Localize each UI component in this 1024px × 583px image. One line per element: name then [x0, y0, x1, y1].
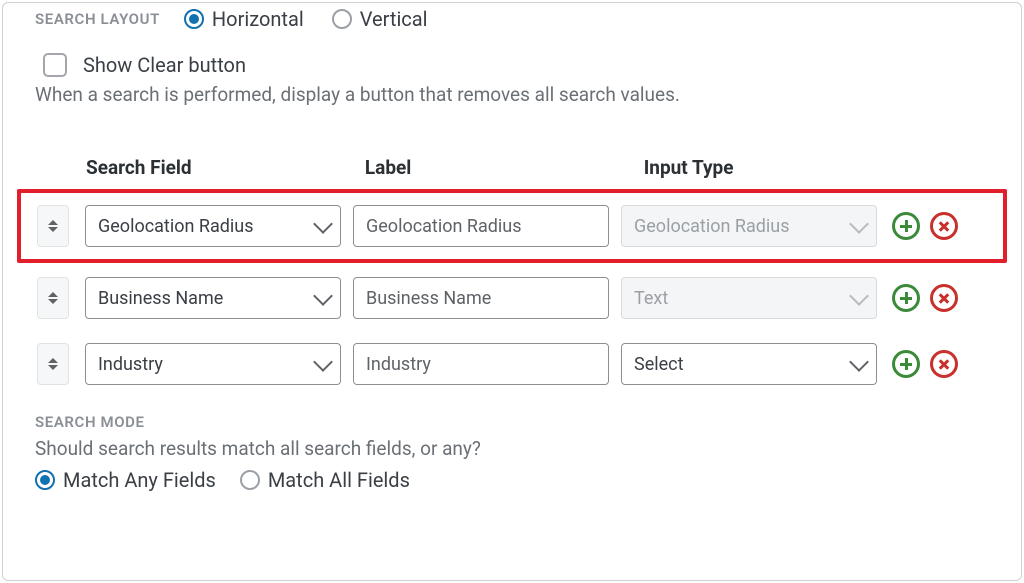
input-type-select: Geolocation Radius — [621, 205, 877, 247]
chevron-down-icon — [313, 214, 333, 234]
mode-radio-any-label: Match Any Fields — [63, 468, 216, 492]
section-header-search-layout: SEARCH LAYOUT — [35, 10, 160, 28]
search-field-value: Industry — [98, 354, 163, 375]
input-type-value: Select — [634, 354, 683, 375]
search-field-select[interactable]: Geolocation Radius — [85, 205, 341, 247]
col-header-label: Label — [357, 156, 636, 187]
label-input[interactable]: Industry — [353, 343, 609, 385]
add-row-icon[interactable] — [892, 212, 920, 240]
chevron-down-icon — [849, 214, 869, 234]
label-input[interactable]: Business Name — [353, 277, 609, 319]
drag-handle-icon[interactable] — [37, 205, 69, 247]
mode-radio-group: Match Any Fields Match All Fields — [35, 468, 989, 492]
label-input[interactable]: Geolocation Radius — [353, 205, 609, 247]
layout-radio-horizontal-label: Horizontal — [212, 7, 304, 31]
label-value: Geolocation Radius — [366, 216, 522, 237]
search-field-select[interactable]: Industry — [85, 343, 341, 385]
remove-row-icon[interactable] — [930, 212, 958, 240]
mode-radio-any[interactable]: Match Any Fields — [35, 468, 216, 492]
show-clear-help: When a search is performed, display a bu… — [3, 77, 1021, 122]
input-type-value: Geolocation Radius — [634, 216, 790, 237]
section-header-search-mode: SEARCH MODE — [35, 413, 989, 431]
radio-indicator — [184, 9, 204, 29]
remove-row-icon[interactable] — [930, 284, 958, 312]
add-row-icon[interactable] — [892, 350, 920, 378]
search-mode-section: SEARCH MODE Should search results match … — [3, 397, 1021, 500]
search-mode-help: Should search results match all search f… — [35, 437, 989, 460]
radio-indicator — [240, 470, 260, 490]
show-clear-checkbox[interactable] — [43, 53, 67, 77]
search-field-select[interactable]: Business Name — [85, 277, 341, 319]
layout-radio-vertical[interactable]: Vertical — [332, 7, 428, 31]
table-row: Business Name Business Name Text — [17, 265, 1007, 331]
layout-radio-group: Horizontal Vertical — [184, 7, 428, 31]
layout-radio-vertical-label: Vertical — [360, 7, 428, 31]
input-type-select: Text — [621, 277, 877, 319]
table-row: Geolocation Radius Geolocation Radius Ge… — [17, 189, 1007, 263]
search-layout-row: SEARCH LAYOUT Horizontal Vertical — [3, 3, 1021, 45]
chevron-down-icon — [849, 352, 869, 372]
show-clear-label: Show Clear button — [83, 53, 246, 77]
radio-indicator — [35, 470, 55, 490]
input-type-select[interactable]: Select — [621, 343, 877, 385]
table-row: Industry Industry Select — [17, 331, 1007, 397]
label-value: Industry — [366, 354, 431, 375]
mode-radio-all[interactable]: Match All Fields — [240, 468, 410, 492]
chevron-down-icon — [313, 352, 333, 372]
table-header: Search Field Label Input Type — [17, 122, 1007, 189]
input-type-value: Text — [634, 288, 668, 309]
chevron-down-icon — [849, 286, 869, 306]
search-field-value: Business Name — [98, 288, 223, 309]
chevron-down-icon — [313, 286, 333, 306]
show-clear-row: Show Clear button — [3, 45, 1021, 77]
col-header-input: Input Type — [636, 156, 915, 187]
search-field-value: Geolocation Radius — [98, 216, 254, 237]
label-value: Business Name — [366, 288, 491, 309]
layout-radio-horizontal[interactable]: Horizontal — [184, 7, 304, 31]
remove-row-icon[interactable] — [930, 350, 958, 378]
drag-handle-icon[interactable] — [37, 343, 69, 385]
mode-radio-all-label: Match All Fields — [268, 468, 410, 492]
add-row-icon[interactable] — [892, 284, 920, 312]
radio-indicator — [332, 9, 352, 29]
drag-handle-icon[interactable] — [37, 277, 69, 319]
col-header-field: Search Field — [78, 156, 357, 187]
fields-area: Search Field Label Input Type Geolocatio… — [3, 122, 1021, 397]
